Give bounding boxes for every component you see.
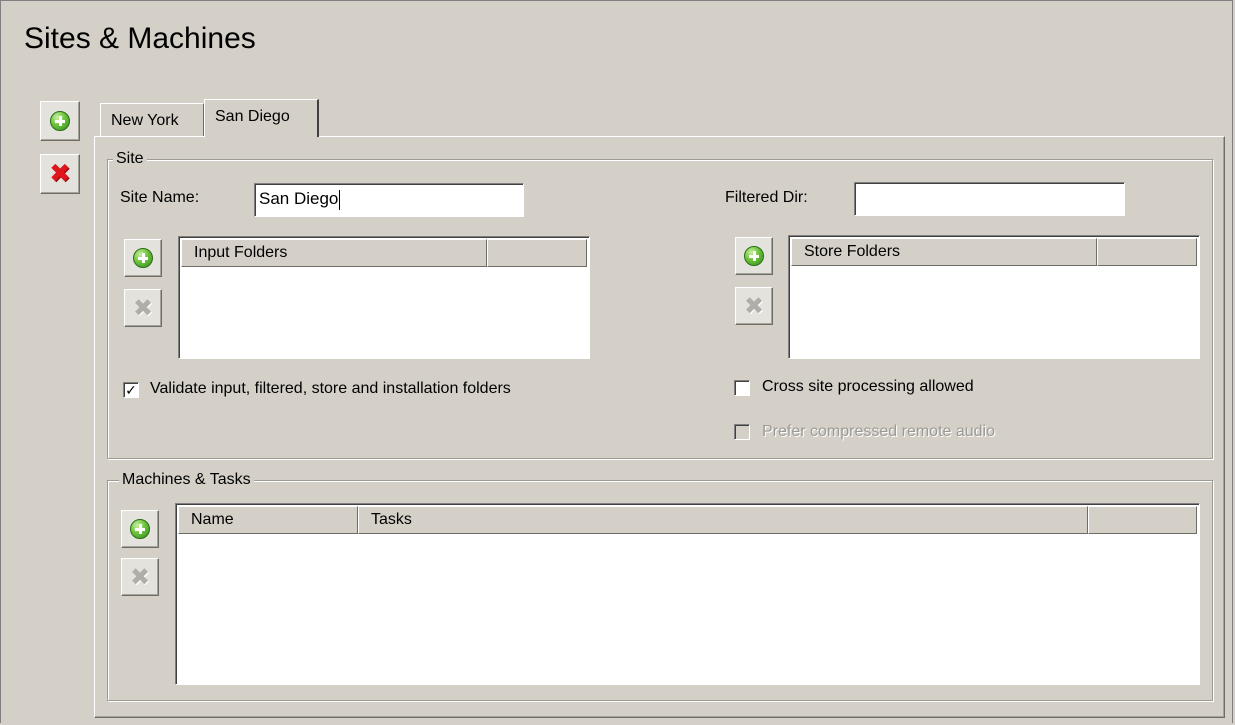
add-input-folder-button[interactable] [124,239,162,277]
tab-new-york[interactable]: New York [100,103,204,136]
validate-folders-checkbox[interactable]: ✓ [123,382,139,398]
add-icon [744,246,764,266]
column-header-name[interactable]: Name [178,506,358,534]
cross-site-label: Cross site processing allowed [762,378,974,395]
add-store-folder-button[interactable] [735,237,773,275]
list-header: Store Folders [791,238,1197,266]
site-group-title: Site [113,150,147,168]
tab-san-diego[interactable]: San Diego [204,99,319,137]
tab-label: New York [111,112,179,129]
site-name-label: Site Name: [120,189,200,206]
text-caret [339,189,341,210]
remove-machine-button[interactable]: ✖ [121,558,159,596]
add-icon [133,248,153,268]
delete-icon: ✖ [743,292,765,320]
prefer-compressed-label: Prefer compressed remote audio [762,423,995,440]
column-header-tasks[interactable]: Tasks [358,506,1088,534]
site-name-input[interactable]: San Diego [254,183,524,217]
remove-input-folder-button[interactable]: ✖ [124,289,162,327]
add-icon [130,519,150,539]
add-icon [50,111,70,131]
column-header-store-folders[interactable]: Store Folders [791,238,1097,266]
input-folders-list[interactable]: Input Folders [178,236,590,359]
filtered-dir-label: Filtered Dir: [725,189,808,206]
remove-store-folder-button[interactable]: ✖ [735,287,773,325]
list-header: Name Tasks [178,506,1197,534]
column-header-empty[interactable] [1097,238,1197,266]
validate-folders-label: Validate input, filtered, store and inst… [150,380,511,397]
machines-group-title: Machines & Tasks [119,471,254,489]
store-folders-list[interactable]: Store Folders [788,235,1200,359]
site-name-value: San Diego [259,189,339,208]
delete-icon: ✖ [132,294,154,322]
tab-panel: Site Site Name: San Diego Filtered Dir: … [94,136,1225,718]
delete-site-button[interactable]: ✖ [40,154,80,194]
cross-site-checkbox[interactable] [734,380,750,396]
add-machine-button[interactable] [121,510,159,548]
column-header-empty[interactable] [1088,506,1197,534]
delete-icon: ✖ [129,563,151,591]
column-header-input-folders[interactable]: Input Folders [181,239,487,267]
prefer-compressed-checkbox[interactable] [734,424,750,440]
list-header: Input Folders [181,239,587,267]
filtered-dir-input[interactable] [854,182,1125,216]
add-site-button[interactable] [40,101,80,141]
page-title: Sites & Machines [24,22,256,55]
delete-icon: ✖ [49,159,71,189]
column-header-empty[interactable] [487,239,587,267]
machines-list[interactable]: Name Tasks [175,503,1200,685]
tab-label: San Diego [215,108,290,125]
